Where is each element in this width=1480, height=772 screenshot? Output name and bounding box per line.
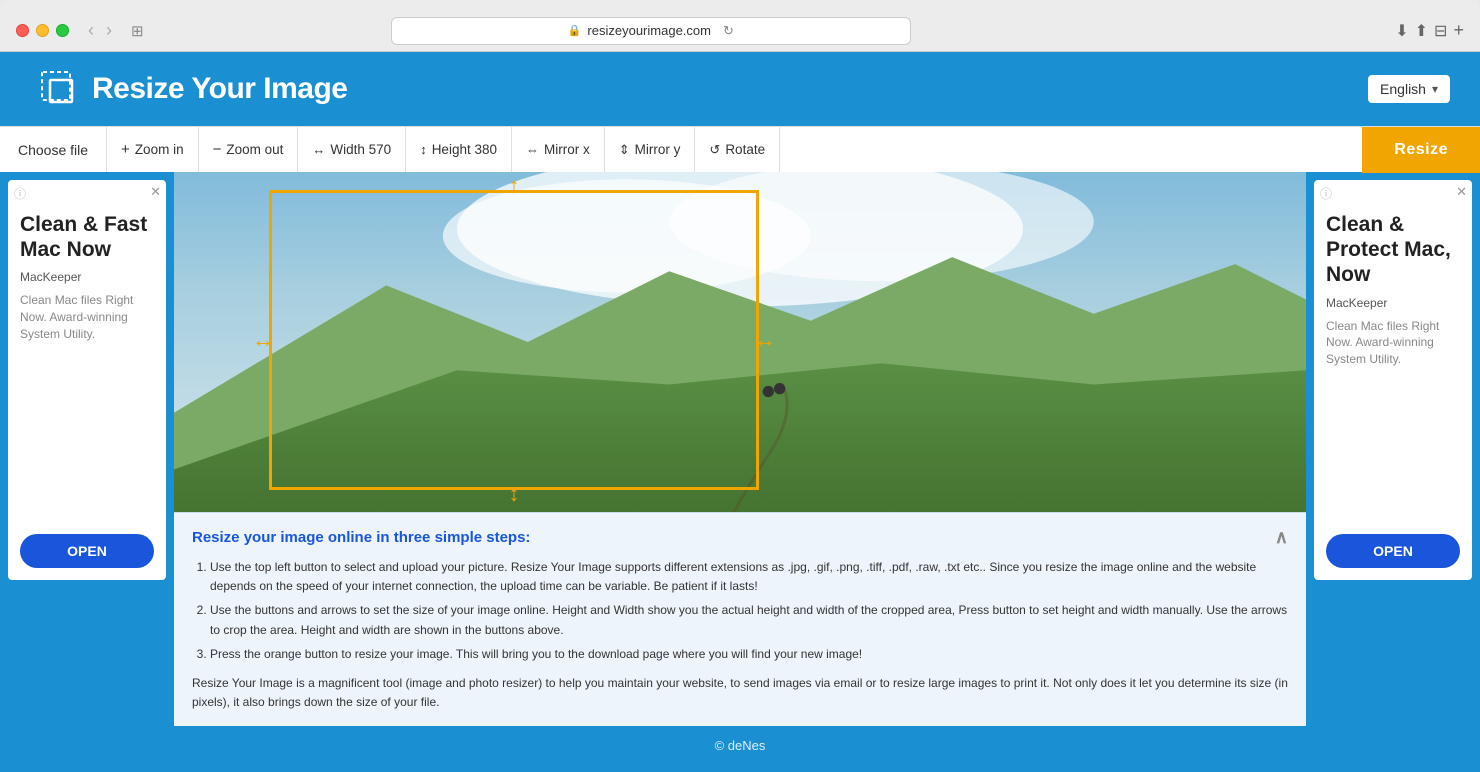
- site-header: Resize Your Image English ▾: [0, 52, 1480, 126]
- ad-brand-left: MacKeeper: [20, 270, 154, 284]
- resize-button[interactable]: Resize: [1362, 127, 1480, 173]
- choose-file-button[interactable]: Choose file: [0, 127, 107, 172]
- site-wrapper: Resize Your Image English ▾ Choose file …: [0, 52, 1480, 772]
- info-section: Resize your image online in three simple…: [174, 512, 1306, 726]
- info-description: Resize Your Image is a magnificent tool …: [192, 674, 1288, 712]
- info-title-text: Resize your image online in three simple…: [192, 529, 530, 546]
- info-title: Resize your image online in three simple…: [192, 527, 1288, 548]
- ad-brand-right: MacKeeper: [1326, 296, 1460, 310]
- browser-chrome: ‹ › ⊞ 🔒 resizeyourimage.com ↻ ⬇ ⬆ ⊟ +: [0, 0, 1480, 52]
- site-footer: © deNes: [0, 726, 1480, 765]
- mirror-y-button[interactable]: ⇕ Mirror y: [605, 127, 696, 172]
- mirror-x-icon: ⇔: [526, 142, 539, 157]
- tl-green[interactable]: [56, 24, 69, 37]
- height-label: Height 380: [432, 142, 497, 157]
- url-text: resizeyourimage.com: [587, 23, 711, 38]
- info-step-2: Use the buttons and arrows to set the si…: [210, 601, 1288, 639]
- width-icon: ↔: [312, 142, 325, 157]
- address-bar[interactable]: 🔒 resizeyourimage.com ↻: [391, 17, 911, 45]
- mirror-x-button[interactable]: ⇔ Mirror x: [512, 127, 605, 172]
- ad-desc-right: Clean Mac files Right Now. Award-winning…: [1326, 318, 1460, 518]
- zoom-in-label: Zoom in: [135, 142, 184, 157]
- mountain-image: [174, 172, 1306, 512]
- toolbar: Choose file + Zoom in − Zoom out ↔ Width…: [0, 126, 1480, 172]
- share-button[interactable]: ⬆: [1415, 21, 1428, 41]
- language-selector[interactable]: English ▾: [1368, 75, 1450, 103]
- info-step-3: Press the orange button to resize your i…: [210, 645, 1288, 664]
- reload-icon[interactable]: ↻: [723, 23, 734, 39]
- ad-title-left: Clean & Fast Mac Now: [20, 212, 154, 262]
- new-tab-button[interactable]: +: [1453, 20, 1464, 41]
- ad-open-left[interactable]: OPEN: [20, 534, 154, 568]
- info-collapse-icon[interactable]: ∧: [1275, 527, 1288, 548]
- ad-info-icon-right: ⓘ: [1320, 185, 1332, 202]
- sidebar-button[interactable]: ⊟: [1434, 21, 1447, 41]
- ad-panel-right: ⓘ ✕ Clean & Protect Mac, Now MacKeeper C…: [1314, 180, 1472, 580]
- mirror-x-label: Mirror x: [544, 142, 590, 157]
- height-icon: ↕: [420, 142, 427, 157]
- zoom-out-button[interactable]: − Zoom out: [199, 127, 299, 172]
- zoom-in-icon: +: [121, 141, 130, 158]
- zoom-out-icon: −: [213, 141, 222, 158]
- forward-button[interactable]: ›: [101, 20, 117, 41]
- nav-buttons: ‹ ›: [83, 20, 117, 41]
- info-step-1: Use the top left button to select and up…: [210, 558, 1288, 596]
- logo-icon: [40, 70, 78, 108]
- main-content: ⓘ ✕ Clean & Fast Mac Now MacKeeper Clean…: [0, 172, 1480, 726]
- download-button[interactable]: ⬇: [1395, 21, 1408, 41]
- lock-icon: 🔒: [568, 24, 582, 37]
- width-button[interactable]: ↔ Width 570: [298, 127, 406, 172]
- width-label: Width 570: [330, 142, 391, 157]
- ad-panel-left: ⓘ ✕ Clean & Fast Mac Now MacKeeper Clean…: [8, 180, 166, 580]
- height-button[interactable]: ↕ Height 380: [406, 127, 512, 172]
- browser-actions: ⬇ ⬆ ⊟ +: [1395, 20, 1464, 41]
- traffic-lights: [16, 24, 69, 37]
- canvas-area: ↕ ↕ ↔ ↔: [174, 172, 1306, 512]
- rotate-button[interactable]: ↺ Rotate: [695, 127, 780, 172]
- info-steps-list: Use the top left button to select and up…: [192, 558, 1288, 664]
- tl-yellow[interactable]: [36, 24, 49, 37]
- mirror-y-label: Mirror y: [635, 142, 681, 157]
- ad-title-right: Clean & Protect Mac, Now: [1326, 212, 1460, 288]
- rotate-icon: ↺: [709, 142, 720, 158]
- tab-toggle[interactable]: ⊞: [131, 22, 144, 40]
- ad-info-icon-left: ⓘ: [14, 185, 26, 202]
- back-button[interactable]: ‹: [83, 20, 99, 41]
- lang-label: English: [1380, 81, 1426, 97]
- mirror-y-icon: ⇕: [619, 142, 630, 158]
- logo-area: Resize Your Image: [40, 70, 348, 108]
- ad-close-right[interactable]: ✕: [1456, 184, 1467, 200]
- rotate-label: Rotate: [725, 142, 765, 157]
- ad-open-right[interactable]: OPEN: [1326, 534, 1460, 568]
- lang-arrow: ▾: [1432, 82, 1438, 96]
- ad-desc-left: Clean Mac files Right Now. Award-winning…: [20, 292, 154, 518]
- content-center: ↕ ↕ ↔ ↔ Resize your image online: [174, 172, 1306, 726]
- ad-close-left[interactable]: ✕: [150, 184, 161, 200]
- logo-text: Resize Your Image: [92, 72, 348, 106]
- footer-copyright: © deNes: [715, 738, 766, 753]
- zoom-in-button[interactable]: + Zoom in: [107, 127, 199, 172]
- zoom-out-label: Zoom out: [226, 142, 283, 157]
- tl-red[interactable]: [16, 24, 29, 37]
